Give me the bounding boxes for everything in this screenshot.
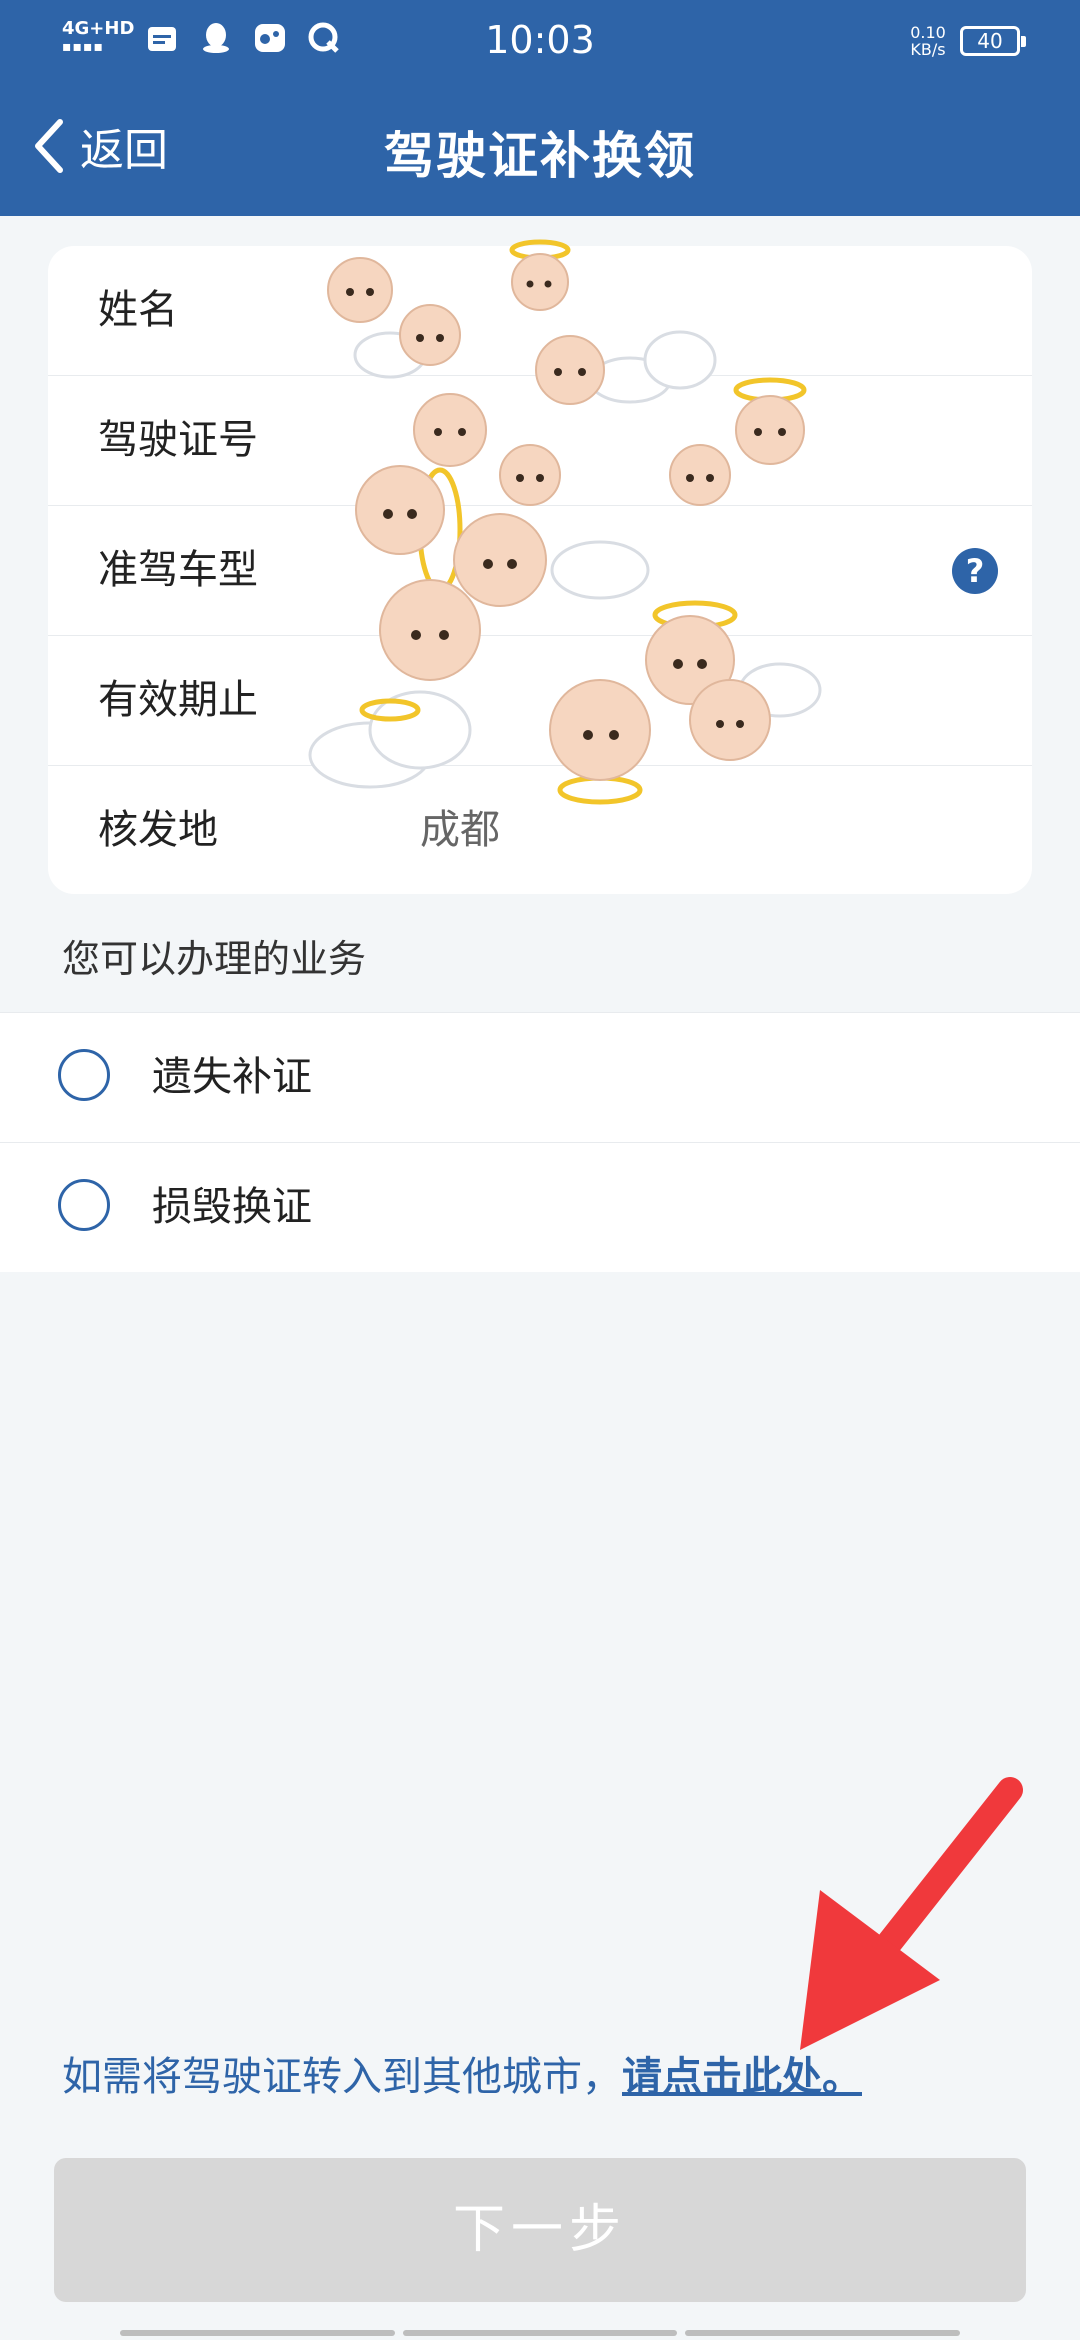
name-label: 姓名: [98, 287, 178, 333]
license-info-card: 姓名 驾驶证号 准驾车型 ? 有效期止 核发地 成都: [48, 246, 1032, 894]
page-title: 驾驶证补换领: [384, 127, 696, 185]
info-row-name: 姓名: [48, 246, 1032, 376]
gesture-navigation-bar: [120, 2330, 961, 2336]
status-bar: 4G+HD ▪▪▪▪ 10:03 0.10 KB/s 40: [0, 0, 1080, 86]
issuing-place-label: 核发地: [98, 807, 218, 853]
valid-until-label: 有效期止: [98, 677, 258, 723]
info-row-issuing-place: 核发地 成都: [48, 766, 1032, 894]
service-options-list: 遗失补证 损毁换证: [0, 1012, 1080, 1272]
network-speed-unit: KB/s: [910, 40, 946, 59]
nav-bar-segment: [402, 2330, 678, 2336]
transfer-link[interactable]: 请点击此处。: [622, 2054, 862, 2100]
radio-button[interactable]: [58, 1049, 110, 1101]
option-lost-replacement[interactable]: 遗失补证: [0, 1012, 1080, 1142]
info-row-vehicle-class: 准驾车型 ?: [48, 506, 1032, 636]
app-bar: 4G+HD ▪▪▪▪ 10:03 0.10 KB/s 40 返回 驾驶证补换领: [0, 0, 1080, 216]
next-step-button[interactable]: 下一步: [54, 2158, 1026, 2302]
transfer-notice-text: 如需将驾驶证转入到其他城市，: [62, 2054, 622, 2100]
transfer-notice: 如需将驾驶证转入到其他城市，请点击此处。: [62, 2044, 862, 2102]
battery-icon: 40: [960, 26, 1026, 56]
nav-bar-segment: [120, 2330, 395, 2336]
license-number-label: 驾驶证号: [98, 417, 258, 463]
option-label: 损毁换证: [152, 1184, 312, 1230]
nav-bar-segment: [685, 2330, 961, 2336]
help-icon[interactable]: ?: [952, 548, 998, 594]
option-damaged-replacement[interactable]: 损毁换证: [0, 1142, 1080, 1272]
issuing-place-value: 成都: [420, 807, 500, 853]
vehicle-class-label: 准驾车型: [98, 547, 258, 593]
option-label: 遗失补证: [152, 1054, 312, 1100]
info-row-valid-until: 有效期止: [48, 636, 1032, 766]
network-speed: 0.10 KB/s: [904, 24, 952, 58]
info-row-license-number: 驾驶证号: [48, 376, 1032, 506]
nav-header: 返回 驾驶证补换领: [0, 86, 1080, 216]
radio-button[interactable]: [58, 1179, 110, 1231]
network-speed-value: 0.10: [910, 23, 946, 42]
services-section-title: 您可以办理的业务: [62, 937, 367, 981]
annotation-arrow-icon: [800, 1777, 1023, 2050]
